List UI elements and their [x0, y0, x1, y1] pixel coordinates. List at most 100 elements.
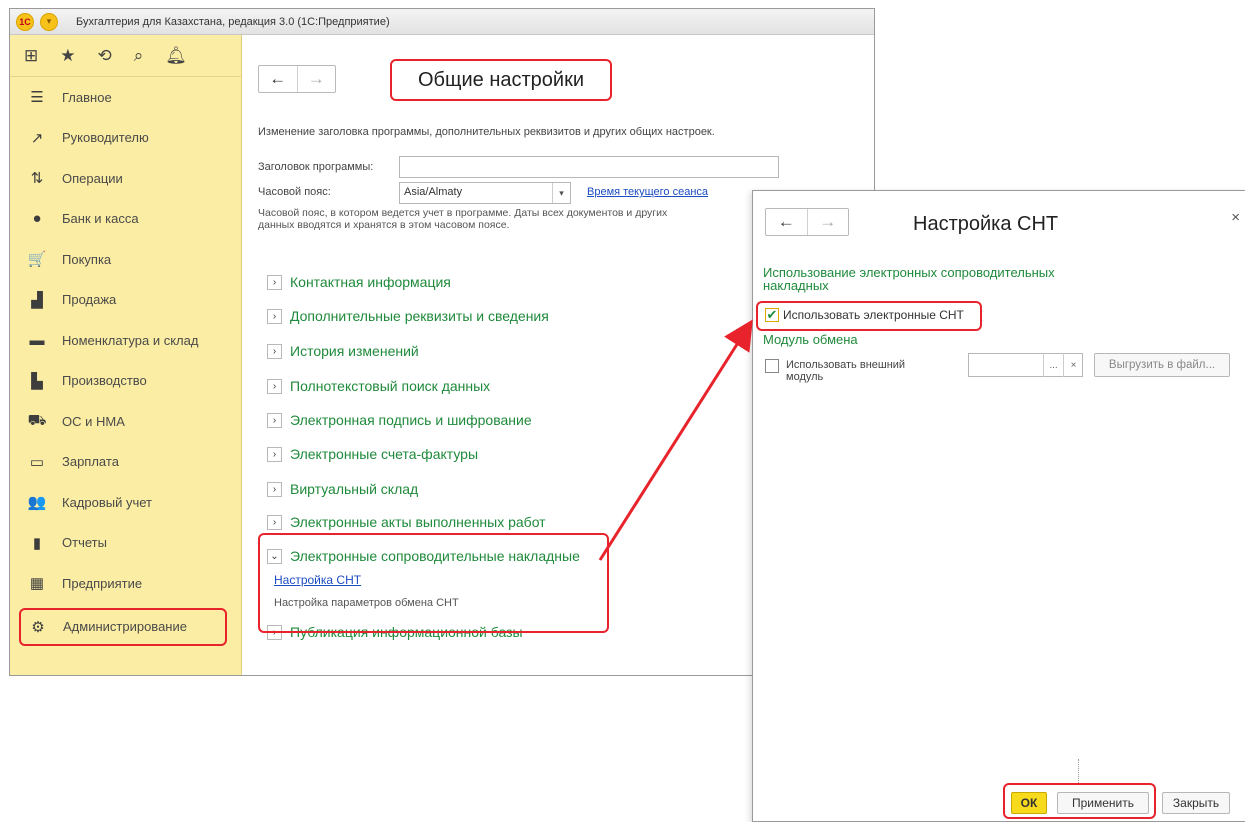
sidebar-item[interactable]: ▮ Отчеты	[10, 523, 241, 564]
sidebar-item-label: Номенклатура и склад	[62, 332, 199, 348]
sidebar-item-label: Администрирование	[63, 619, 187, 634]
truck-icon: ⛟	[27, 411, 47, 429]
sidebar-item[interactable]: ⛟ ОС и НМА	[10, 401, 241, 442]
external-module-checkbox[interactable]	[765, 359, 779, 373]
gear-icon: ⚙	[31, 618, 45, 636]
use-esnt-checkbox[interactable]: ✔	[765, 307, 779, 322]
sidebar-item-label: Отчеты	[62, 535, 107, 551]
settings-section-label: Контактная информация	[290, 274, 451, 290]
page-title: Общие настройки	[418, 68, 584, 91]
sidebar-item-label: Банк и касса	[62, 211, 139, 227]
sidebar-item[interactable]: 👥 Кадровый учет	[10, 482, 241, 523]
building-icon: ▦	[29, 575, 45, 593]
clear-icon[interactable]: ×	[1063, 353, 1083, 377]
sht-settings-dialog: ← → Настройка СНТ × Использование электр…	[752, 190, 1245, 822]
session-time-link[interactable]: Время текущего сеанса	[587, 186, 708, 198]
sidebar-item[interactable]: ⚙ Администрирование	[19, 607, 227, 646]
unload-to-file-button[interactable]: Выгрузить в файл...	[1094, 353, 1230, 377]
sidebar-item-label: Предприятие	[62, 575, 143, 591]
sidebar-item[interactable]: ⇅ Операции	[10, 158, 241, 199]
ok-button[interactable]: ОК	[1011, 792, 1047, 814]
sht-settings-description: Настройка параметров обмена СНТ	[274, 597, 459, 609]
dialog-title: Настройка СНТ	[913, 213, 1059, 235]
settings-section[interactable]: › Дополнительные реквизиты и сведения	[267, 305, 549, 327]
sht-settings-link[interactable]: Настройка СНТ	[274, 573, 361, 587]
settings-section-label: Электронные акты выполненных работ	[290, 514, 546, 530]
sidebar-item-label: Операции	[62, 170, 123, 186]
close-button[interactable]: Закрыть	[1162, 792, 1230, 814]
sidebar-item-label: Зарплата	[62, 454, 119, 470]
sidebar-item-label: ОС и НМА	[62, 413, 125, 429]
main-menu-icon[interactable]: ▾	[40, 12, 58, 31]
chevron-right-icon[interactable]: ›	[267, 378, 282, 394]
settings-section[interactable]: › Электронные акты выполненных работ	[267, 511, 546, 533]
chevron-right-icon[interactable]: ›	[267, 514, 282, 530]
star-icon[interactable]: ★	[60, 46, 75, 66]
program-title-input[interactable]	[399, 156, 779, 178]
settings-section[interactable]: › Контактная информация	[267, 271, 451, 293]
external-module-label[interactable]: Использовать внешний модуль	[786, 359, 906, 383]
sidebar-item[interactable]: ● Банк и касса	[10, 199, 241, 240]
chevron-right-icon[interactable]: ›	[267, 308, 282, 324]
cart-icon: 🛒	[27, 251, 47, 269]
sidebar-item[interactable]: 🛒 Покупка	[10, 239, 241, 280]
back-arrow-icon[interactable]: ←	[766, 209, 807, 235]
window-title: Бухгалтерия для Казахстана, редакция 3.0…	[76, 15, 390, 28]
history-icon[interactable]: ⟲	[98, 46, 112, 66]
bag-icon: ▟	[31, 291, 43, 309]
use-esnt-label[interactable]: Использовать электронные СНТ	[783, 308, 964, 322]
bell-icon[interactable]: 🔔︎	[165, 46, 187, 66]
title-bar: 1C ▾ Бухгалтерия для Казахстана, редакци…	[10, 9, 874, 35]
timezone-note: Часовой пояс, в котором ведется учет в п…	[258, 207, 668, 231]
chevron-down-icon[interactable]: ▾	[552, 183, 570, 203]
sidebar-item-label: Продажа	[62, 292, 117, 308]
settings-section[interactable]: › Электронная подпись и шифрование	[267, 409, 532, 431]
sidebar-item[interactable]: ☰ Главное	[10, 77, 241, 118]
sidebar-item[interactable]: ▟ Продажа	[10, 280, 241, 321]
bank-icon: ●	[32, 210, 42, 228]
dialog-nav-buttons: ← →	[765, 208, 849, 236]
sidebar: ⊞ ★ ⟲ ⌕ 🔔︎ ☰ Главное ↗ Руководителю ⇅ Операци…	[10, 35, 242, 675]
forward-arrow-icon[interactable]: →	[806, 209, 849, 235]
chevron-right-icon[interactable]: ›	[267, 481, 282, 497]
sidebar-nav: ☰ Главное ↗ Руководителю ⇅ Операции ● Банк и ка…	[10, 77, 241, 646]
divider	[1078, 759, 1079, 783]
salary-icon: ▭	[29, 453, 45, 471]
esnt-group-title: Использование электронных сопроводительн…	[763, 265, 1055, 293]
nav-buttons: ← →	[258, 65, 336, 93]
apply-button[interactable]: Применить	[1057, 792, 1149, 814]
close-icon[interactable]: ×	[1231, 209, 1240, 226]
settings-section-label: История изменений	[290, 343, 419, 359]
sidebar-item[interactable]: ▦ Предприятие	[10, 563, 241, 604]
sidebar-item[interactable]: ▬ Номенклатура и склад	[10, 320, 241, 361]
sidebar-item[interactable]: ↗ Руководителю	[10, 118, 241, 159]
sidebar-item[interactable]: ▭ Зарплата	[10, 442, 241, 483]
timezone-label: Часовой пояс:	[258, 186, 331, 198]
settings-section-label: Дополнительные реквизиты и сведения	[290, 308, 549, 324]
chevron-right-icon[interactable]: ›	[267, 446, 282, 462]
timezone-select[interactable]: Asia/Almaty	[399, 182, 571, 204]
back-arrow-icon[interactable]: ←	[259, 66, 297, 92]
chevron-right-icon[interactable]: ›	[267, 274, 282, 290]
search-icon[interactable]: ⌕	[134, 46, 144, 66]
select-file-icon[interactable]: ...	[1043, 353, 1063, 377]
settings-section[interactable]: › Полнотекстовый поиск данных	[267, 375, 490, 397]
sidebar-item[interactable]: ▙ Производство	[10, 361, 241, 402]
settings-section-label: Электронная подпись и шифрование	[290, 412, 532, 428]
settings-section[interactable]: › Электронные счета-фактуры	[267, 443, 478, 465]
settings-section[interactable]: › История изменений	[267, 340, 419, 362]
sidebar-toolbar: ⊞ ★ ⟲ ⌕ 🔔︎	[10, 35, 241, 77]
page-description: Изменение заголовка программы, дополните…	[258, 126, 715, 138]
settings-section-label: Виртуальный склад	[290, 481, 419, 497]
1c-logo-icon[interactable]: 1C	[16, 12, 34, 31]
forward-arrow-icon[interactable]: →	[296, 66, 336, 92]
settings-section[interactable]: › Виртуальный склад	[267, 478, 418, 500]
settings-section-label: Полнотекстовый поиск данных	[290, 378, 491, 394]
chevron-right-icon[interactable]: ›	[267, 343, 282, 359]
sidebar-item-label: Покупка	[62, 251, 112, 267]
exchange-module-title: Модуль обмена	[763, 332, 858, 347]
trend-icon: ↗	[30, 129, 44, 147]
chevron-right-icon[interactable]: ›	[267, 412, 282, 428]
people-icon: 👥	[27, 494, 47, 512]
grid-icon[interactable]: ⊞	[24, 46, 38, 66]
